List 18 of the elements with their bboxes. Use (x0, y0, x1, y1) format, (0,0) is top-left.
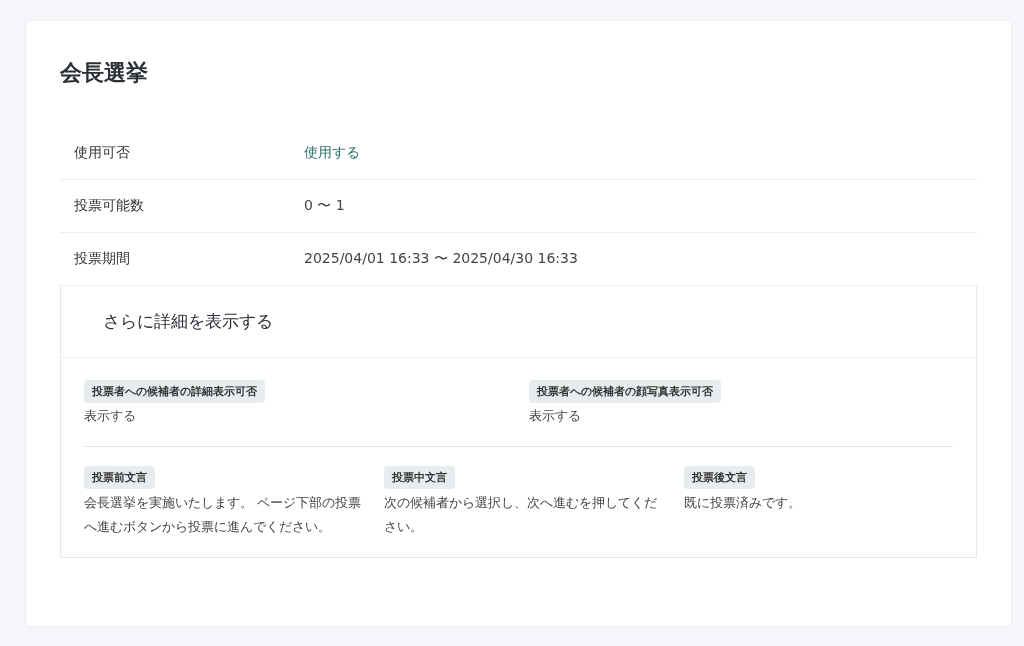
field-label: 使用可否 (74, 144, 131, 162)
message-tag: 投票中文言 (384, 466, 455, 489)
message-text: 次の候補者から選択し、次へ進むを押してください。 (384, 494, 658, 536)
message-text: 既に投票済みです。 (684, 494, 801, 512)
field-value: 2025/04/01 16:33 〜 2025/04/30 16:33 (304, 250, 578, 268)
setting-value: 表示する (84, 407, 136, 425)
page-title: 会長選挙 (60, 59, 149, 87)
field-value: 使用する (304, 144, 360, 162)
setting-tag: 投票者への候補者の顔写真表示可否 (528, 380, 721, 403)
field-label: 投票可能数 (74, 197, 145, 215)
setting-tag: 投票者への候補者の詳細表示可否 (84, 380, 265, 403)
field-value: 0 〜 1 (304, 197, 345, 215)
field-label: 投票期間 (74, 250, 131, 268)
details-toggle[interactable]: さらに詳細を表示する (103, 310, 273, 333)
message-tag: 投票前文言 (84, 466, 155, 489)
setting-value: 表示する (528, 407, 581, 425)
message-text: 会長選挙を実施いたします。 ページ下部の投票へ進むボタンから投票に進んでください。 (84, 494, 363, 536)
message-tag: 投票後文言 (684, 466, 755, 489)
